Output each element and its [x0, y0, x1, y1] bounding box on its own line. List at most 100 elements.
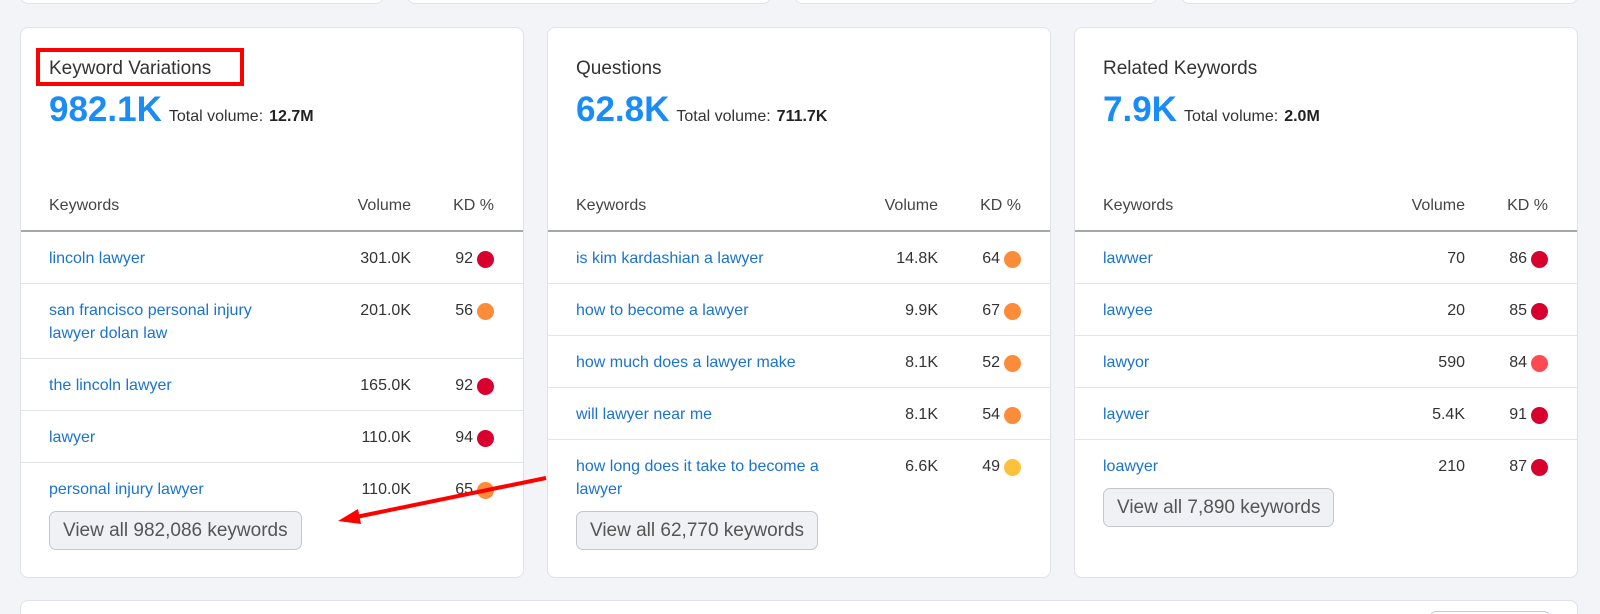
kd-difficulty-dot [1004, 251, 1021, 268]
kd-difficulty-dot [477, 378, 494, 395]
keyword-link[interactable]: san francisco personal injury lawyer dol… [49, 299, 299, 345]
volume-value: 301.0K [360, 250, 411, 267]
total-volume-value: 2.0M [1284, 108, 1320, 125]
kd-value: 92 [455, 250, 473, 267]
kd-value: 91 [1509, 406, 1527, 423]
kd-difficulty-dot [1531, 355, 1548, 372]
card-stats: 62.8K Total volume: 711.7K [576, 90, 827, 130]
card-title: Keyword Variations [49, 58, 212, 79]
keyword-link[interactable]: lawyee [1103, 299, 1353, 322]
table-row: lawwer 70 86 [1075, 232, 1577, 284]
keyword-link[interactable]: loawyer [1103, 455, 1353, 478]
kd-difficulty-dot [477, 303, 494, 320]
keyword-link[interactable]: is kim kardashian a lawyer [576, 247, 826, 270]
top-card-1 [20, 0, 384, 4]
keyword-link[interactable]: personal injury lawyer [49, 478, 299, 501]
volume-value: 5.4K [1432, 406, 1465, 423]
keyword-count: 7.9K [1103, 90, 1177, 129]
top-card-3 [794, 0, 1158, 4]
column-header-keywords[interactable]: Keywords [49, 197, 119, 215]
keyword-link[interactable]: lincoln lawyer [49, 247, 299, 270]
related-keywords-card: Related Keywords 7.9K Total volume: 2.0M… [1074, 27, 1578, 578]
volume-value: 9.9K [905, 302, 938, 319]
column-header-kd[interactable]: KD % [453, 197, 494, 215]
volume-value: 165.0K [360, 377, 411, 394]
keyword-link[interactable]: how to become a lawyer [576, 299, 826, 322]
kd-value: 65 [455, 481, 473, 498]
kd-value: 67 [982, 302, 1000, 319]
kd-value: 54 [982, 406, 1000, 423]
table-row: lawyee 20 85 [1075, 284, 1577, 336]
table-row: lawyer 110.0K 94 [21, 411, 523, 463]
kd-value: 87 [1509, 458, 1527, 475]
kd-value: 86 [1509, 250, 1527, 267]
kd-value: 84 [1509, 354, 1527, 371]
table-header: Keywords Volume KD % [548, 166, 1050, 232]
card-title: Questions [576, 58, 662, 79]
volume-value: 110.0K [361, 429, 411, 446]
keyword-variations-card: Keyword Variations 982.1K Total volume: … [20, 27, 524, 578]
kd-value: 52 [982, 354, 1000, 371]
keyword-link[interactable]: will lawyer near me [576, 403, 826, 426]
volume-value: 110.0K [361, 481, 411, 498]
column-header-kd[interactable]: KD % [1507, 197, 1548, 215]
keywords-table: Keywords Volume KD % lawwer 70 86 lawyee… [1075, 166, 1577, 492]
keyword-link[interactable]: lawyer [49, 426, 299, 449]
column-header-volume[interactable]: Volume [1412, 197, 1465, 215]
kd-value: 92 [455, 377, 473, 394]
volume-value: 8.1K [905, 406, 938, 423]
column-header-keywords[interactable]: Keywords [1103, 197, 1173, 215]
kd-value: 94 [455, 429, 473, 446]
kd-difficulty-dot [1004, 459, 1021, 476]
column-header-kd[interactable]: KD % [980, 197, 1021, 215]
kd-difficulty-dot [1531, 407, 1548, 424]
kd-difficulty-dot [1531, 303, 1548, 320]
top-card-2 [407, 0, 771, 4]
view-all-keywords-button[interactable]: View all 982,086 keywords [49, 511, 302, 550]
kd-value: 49 [982, 458, 1000, 475]
table-header: Keywords Volume KD % [1075, 166, 1577, 232]
table-row: personal injury lawyer 110.0K 65 [21, 463, 523, 515]
kd-value: 64 [982, 250, 1000, 267]
keyword-count: 62.8K [576, 90, 670, 129]
kd-difficulty-dot [1531, 251, 1548, 268]
keyword-link[interactable]: laywer [1103, 403, 1353, 426]
kd-difficulty-dot [1004, 355, 1021, 372]
volume-value: 590 [1438, 354, 1465, 371]
kd-difficulty-dot [477, 251, 494, 268]
keyword-count: 982.1K [49, 90, 162, 129]
total-volume-label: Total volume: [1183, 108, 1279, 125]
table-row: is kim kardashian a lawyer 14.8K 64 [548, 232, 1050, 284]
column-header-volume[interactable]: Volume [885, 197, 938, 215]
table-row: how much does a lawyer make 8.1K 52 [548, 336, 1050, 388]
keyword-link[interactable]: how much does a lawyer make [576, 351, 826, 374]
kd-difficulty-dot [1004, 407, 1021, 424]
table-row: how to become a lawyer 9.9K 67 [548, 284, 1050, 336]
keyword-link[interactable]: lawwer [1103, 247, 1353, 270]
kd-difficulty-dot [1531, 459, 1548, 476]
volume-value: 8.1K [905, 354, 938, 371]
kd-difficulty-dot [1004, 303, 1021, 320]
view-all-keywords-button[interactable]: View all 7,890 keywords [1103, 488, 1335, 527]
kd-value: 56 [455, 302, 473, 319]
table-header: Keywords Volume KD % [21, 166, 523, 232]
keyword-link[interactable]: how long does it take to become a lawyer [576, 455, 826, 501]
total-volume-value: 12.7M [269, 108, 314, 125]
volume-value: 6.6K [905, 458, 938, 475]
kd-value: 85 [1509, 302, 1527, 319]
column-header-volume[interactable]: Volume [358, 197, 411, 215]
table-row: the lincoln lawyer 165.0K 92 [21, 359, 523, 411]
top-card-4 [1181, 0, 1578, 4]
keyword-link[interactable]: the lincoln lawyer [49, 374, 299, 397]
keyword-link[interactable]: lawyor [1103, 351, 1353, 374]
keywords-table: Keywords Volume KD % is kim kardashian a… [548, 166, 1050, 515]
table-row: san francisco personal injury lawyer dol… [21, 284, 523, 359]
card-stats: 7.9K Total volume: 2.0M [1103, 90, 1320, 130]
column-header-keywords[interactable]: Keywords [576, 197, 646, 215]
kd-difficulty-dot [477, 482, 494, 499]
volume-value: 20 [1447, 302, 1465, 319]
view-all-keywords-button[interactable]: View all 62,770 keywords [576, 511, 819, 550]
kd-difficulty-dot [477, 430, 494, 447]
total-volume-label: Total volume: [168, 108, 264, 125]
volume-value: 14.8K [896, 250, 938, 267]
